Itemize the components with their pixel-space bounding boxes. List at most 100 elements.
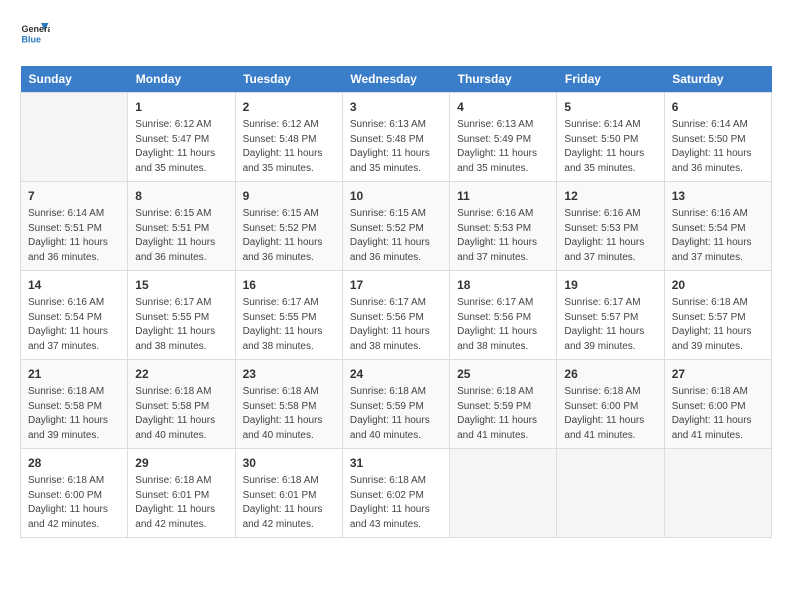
day-number: 20 (672, 276, 764, 294)
day-number: 15 (135, 276, 227, 294)
calendar-cell: 25 Sunrise: 6:18 AM Sunset: 5:59 PM Dayli… (450, 360, 557, 449)
day-info: Sunrise: 6:16 AM Sunset: 5:54 PM Dayligh… (672, 207, 764, 265)
calendar-week-row: 14 Sunrise: 6:16 AM Sunset: 5:54 PM Dayli… (21, 271, 772, 360)
day-number: 14 (28, 276, 120, 294)
calendar-cell (450, 449, 557, 538)
day-info: Sunrise: 6:12 AM Sunset: 5:48 PM Dayligh… (243, 118, 335, 176)
day-number: 12 (564, 187, 656, 205)
day-number: 10 (350, 187, 442, 205)
calendar-cell: 1Sunrise: 6:12 AM Sunset: 5:47 PM Daylig… (128, 93, 235, 182)
day-number: 9 (243, 187, 335, 205)
svg-text:General: General (22, 24, 51, 34)
day-info: Sunrise: 6:17 AM Sunset: 5:57 PM Dayligh… (564, 296, 656, 354)
day-number: 5 (564, 98, 656, 116)
calendar-week-row: 1Sunrise: 6:12 AM Sunset: 5:47 PM Daylig… (21, 93, 772, 182)
day-header-saturday: Saturday (664, 66, 771, 93)
day-header-thursday: Thursday (450, 66, 557, 93)
day-number: 16 (243, 276, 335, 294)
day-info: Sunrise: 6:15 AM Sunset: 5:51 PM Dayligh… (135, 207, 227, 265)
day-number: 2 (243, 98, 335, 116)
calendar-cell: 5 Sunrise: 6:14 AM Sunset: 5:50 PM Daylig… (557, 93, 664, 182)
calendar-cell: 6 Sunrise: 6:14 AM Sunset: 5:50 PM Daylig… (664, 93, 771, 182)
day-number: 26 (564, 365, 656, 383)
day-info: Sunrise: 6:18 AM Sunset: 6:00 PM Dayligh… (564, 385, 656, 443)
day-info: Sunrise: 6:18 AM Sunset: 6:01 PM Dayligh… (243, 474, 335, 532)
day-info: Sunrise: 6:16 AM Sunset: 5:54 PM Dayligh… (28, 296, 120, 354)
day-info: Sunrise: 6:18 AM Sunset: 5:59 PM Dayligh… (350, 385, 442, 443)
calendar-cell: 14 Sunrise: 6:16 AM Sunset: 5:54 PM Dayli… (21, 271, 128, 360)
calendar-cell: 26 Sunrise: 6:18 AM Sunset: 6:00 PM Dayli… (557, 360, 664, 449)
calendar-cell (664, 449, 771, 538)
calendar-cell: 4 Sunrise: 6:13 AM Sunset: 5:49 PM Daylig… (450, 93, 557, 182)
day-info: Sunrise: 6:18 AM Sunset: 5:59 PM Dayligh… (457, 385, 549, 443)
calendar-table: SundayMondayTuesdayWednesdayThursdayFrid… (20, 66, 772, 538)
day-number: 7 (28, 187, 120, 205)
day-info: Sunrise: 6:16 AM Sunset: 5:53 PM Dayligh… (564, 207, 656, 265)
day-info: Sunrise: 6:18 AM Sunset: 6:00 PM Dayligh… (28, 474, 120, 532)
day-info: Sunrise: 6:18 AM Sunset: 6:02 PM Dayligh… (350, 474, 442, 532)
calendar-week-row: 21 Sunrise: 6:18 AM Sunset: 5:58 PM Dayli… (21, 360, 772, 449)
day-number: 23 (243, 365, 335, 383)
day-info: Sunrise: 6:18 AM Sunset: 5:57 PM Dayligh… (672, 296, 764, 354)
day-info: Sunrise: 6:14 AM Sunset: 5:50 PM Dayligh… (564, 118, 656, 176)
calendar-week-row: 7 Sunrise: 6:14 AM Sunset: 5:51 PM Daylig… (21, 182, 772, 271)
calendar-header-row: SundayMondayTuesdayWednesdayThursdayFrid… (21, 66, 772, 93)
day-number: 19 (564, 276, 656, 294)
day-header-tuesday: Tuesday (235, 66, 342, 93)
day-info: Sunrise: 6:15 AM Sunset: 5:52 PM Dayligh… (350, 207, 442, 265)
day-info: Sunrise: 6:16 AM Sunset: 5:53 PM Dayligh… (457, 207, 549, 265)
day-info: Sunrise: 6:13 AM Sunset: 5:49 PM Dayligh… (457, 118, 549, 176)
day-number: 8 (135, 187, 227, 205)
day-info: Sunrise: 6:18 AM Sunset: 5:58 PM Dayligh… (135, 385, 227, 443)
day-info: Sunrise: 6:18 AM Sunset: 5:58 PM Dayligh… (243, 385, 335, 443)
day-header-monday: Monday (128, 66, 235, 93)
day-number: 29 (135, 454, 227, 472)
calendar-cell: 21 Sunrise: 6:18 AM Sunset: 5:58 PM Dayli… (21, 360, 128, 449)
calendar-cell: 20 Sunrise: 6:18 AM Sunset: 5:57 PM Dayli… (664, 271, 771, 360)
calendar-cell: 29 Sunrise: 6:18 AM Sunset: 6:01 PM Dayli… (128, 449, 235, 538)
day-number: 4 (457, 98, 549, 116)
calendar-cell: 24 Sunrise: 6:18 AM Sunset: 5:59 PM Dayli… (342, 360, 449, 449)
day-number: 6 (672, 98, 764, 116)
calendar-cell: 23 Sunrise: 6:18 AM Sunset: 5:58 PM Dayli… (235, 360, 342, 449)
calendar-cell (21, 93, 128, 182)
calendar-cell: 11 Sunrise: 6:16 AM Sunset: 5:53 PM Dayli… (450, 182, 557, 271)
day-number: 21 (28, 365, 120, 383)
day-number: 17 (350, 276, 442, 294)
calendar-cell: 18Sunrise: 6:17 AM Sunset: 5:56 PM Dayli… (450, 271, 557, 360)
logo: GeneralBlue (20, 20, 50, 50)
calendar-cell: 30 Sunrise: 6:18 AM Sunset: 6:01 PM Dayli… (235, 449, 342, 538)
day-number: 28 (28, 454, 120, 472)
calendar-week-row: 28 Sunrise: 6:18 AM Sunset: 6:00 PM Dayli… (21, 449, 772, 538)
day-number: 24 (350, 365, 442, 383)
calendar-cell: 22 Sunrise: 6:18 AM Sunset: 5:58 PM Dayli… (128, 360, 235, 449)
day-number: 1 (135, 98, 227, 116)
calendar-cell: 27Sunrise: 6:18 AM Sunset: 6:00 PM Dayli… (664, 360, 771, 449)
calendar-cell: 10 Sunrise: 6:15 AM Sunset: 5:52 PM Dayli… (342, 182, 449, 271)
day-number: 30 (243, 454, 335, 472)
calendar-cell: 15Sunrise: 6:17 AM Sunset: 5:55 PM Dayli… (128, 271, 235, 360)
day-number: 31 (350, 454, 442, 472)
calendar-cell: 7 Sunrise: 6:14 AM Sunset: 5:51 PM Daylig… (21, 182, 128, 271)
page-header: GeneralBlue (20, 20, 772, 50)
calendar-cell: 8 Sunrise: 6:15 AM Sunset: 5:51 PM Daylig… (128, 182, 235, 271)
day-number: 18 (457, 276, 549, 294)
day-info: Sunrise: 6:17 AM Sunset: 5:55 PM Dayligh… (243, 296, 335, 354)
calendar-cell: 17Sunrise: 6:17 AM Sunset: 5:56 PM Dayli… (342, 271, 449, 360)
day-info: Sunrise: 6:14 AM Sunset: 5:50 PM Dayligh… (672, 118, 764, 176)
day-number: 3 (350, 98, 442, 116)
day-number: 22 (135, 365, 227, 383)
day-header-sunday: Sunday (21, 66, 128, 93)
svg-text:Blue: Blue (22, 35, 42, 45)
calendar-cell: 3 Sunrise: 6:13 AM Sunset: 5:48 PM Daylig… (342, 93, 449, 182)
calendar-cell: 16 Sunrise: 6:17 AM Sunset: 5:55 PM Dayli… (235, 271, 342, 360)
calendar-cell: 13Sunrise: 6:16 AM Sunset: 5:54 PM Dayli… (664, 182, 771, 271)
day-info: Sunrise: 6:18 AM Sunset: 6:01 PM Dayligh… (135, 474, 227, 532)
day-number: 25 (457, 365, 549, 383)
day-info: Sunrise: 6:18 AM Sunset: 5:58 PM Dayligh… (28, 385, 120, 443)
day-header-friday: Friday (557, 66, 664, 93)
logo-icon: GeneralBlue (20, 20, 50, 50)
day-info: Sunrise: 6:13 AM Sunset: 5:48 PM Dayligh… (350, 118, 442, 176)
day-info: Sunrise: 6:14 AM Sunset: 5:51 PM Dayligh… (28, 207, 120, 265)
day-number: 11 (457, 187, 549, 205)
